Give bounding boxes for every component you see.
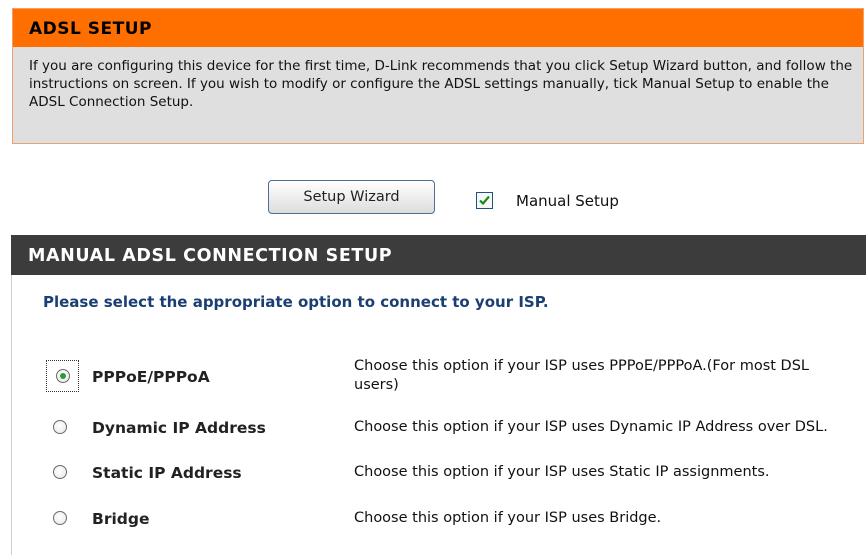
adsl-setup-panel: ADSL SETUP If you are configuring this d… — [12, 8, 864, 144]
adsl-setup-page: ADSL SETUP If you are configuring this d… — [0, 0, 866, 555]
manual-adsl-header: MANUAL ADSL CONNECTION SETUP — [11, 235, 866, 275]
radio-dynamic-ip[interactable] — [53, 420, 67, 434]
setup-wizard-button[interactable]: Setup Wizard — [268, 180, 435, 214]
radio-static-ip[interactable] — [53, 465, 67, 479]
option-label-bridge: Bridge — [92, 510, 150, 528]
option-desc-static-ip: Choose this option if your ISP uses Stat… — [354, 464, 770, 480]
checkmark-icon — [479, 195, 490, 206]
option-label-static-ip: Static IP Address — [92, 464, 242, 482]
option-label-pppoe: PPPoE/PPPoA — [92, 368, 210, 386]
manual-setup-checkbox[interactable] — [476, 192, 493, 209]
option-desc-dynamic-ip: Choose this option if your ISP uses Dyna… — [354, 419, 828, 435]
option-label-dynamic-ip: Dynamic IP Address — [92, 419, 266, 437]
radio-bridge[interactable] — [53, 511, 67, 525]
radio-pppoe[interactable] — [56, 369, 70, 383]
manual-setup-label: Manual Setup — [516, 192, 619, 210]
adsl-setup-description: If you are configuring this device for t… — [29, 58, 853, 110]
adsl-setup-title: ADSL SETUP — [13, 9, 863, 47]
isp-option-prompt: Please select the appropriate option to … — [43, 293, 549, 311]
option-desc-pppoe: Choose this option if your ISP uses PPPo… — [354, 358, 809, 393]
option-desc-bridge: Choose this option if your ISP uses Brid… — [354, 510, 662, 526]
